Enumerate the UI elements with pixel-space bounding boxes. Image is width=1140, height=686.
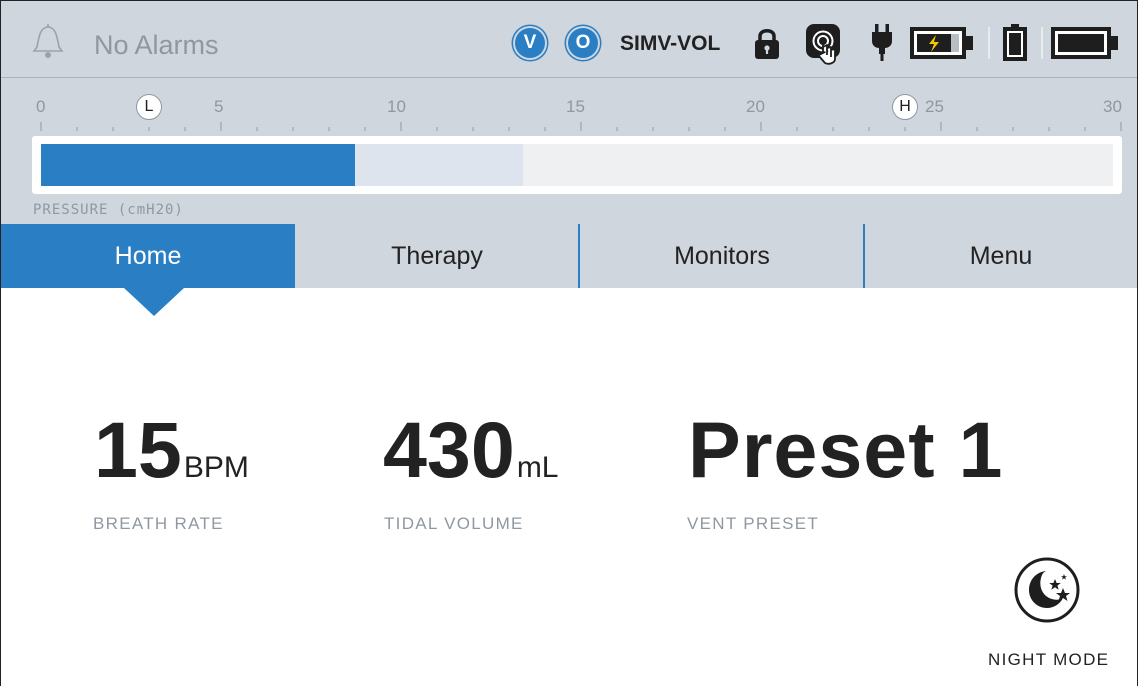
oxygen-badge: O — [568, 28, 598, 58]
high-pressure-limit-marker[interactable]: H — [892, 94, 918, 120]
scale-tick-label: 0 — [36, 97, 46, 116]
breath-rate-value: 15 — [94, 405, 182, 494]
external-battery-icon — [1051, 27, 1118, 59]
night-mode-label[interactable]: NIGHT MODE — [988, 650, 1109, 670]
low-pressure-limit-marker[interactable]: L — [136, 94, 162, 120]
tab-monitors[interactable]: Monitors — [580, 224, 864, 288]
status-bar: No Alarms V O SIMV-VOL — [1, 1, 1137, 78]
battery-divider — [988, 27, 990, 59]
tidal-volume-value: 430 — [383, 405, 515, 494]
tab-therapy[interactable]: Therapy — [295, 224, 579, 288]
volume-badge: V — [515, 28, 545, 58]
vent-preset-caption: VENT PRESET — [687, 514, 820, 533]
touch-icon[interactable] — [805, 23, 849, 67]
internal-battery-charging-icon — [910, 27, 973, 59]
vent-preset-value: Preset 1 — [688, 405, 1004, 494]
battery-divider — [1041, 27, 1043, 59]
removable-battery-icon — [1003, 24, 1027, 61]
tidal-volume-readout[interactable]: 430mL — [383, 410, 559, 489]
vent-preset-readout[interactable]: Preset 1 — [688, 410, 1003, 489]
scale-tick-label: 5 — [214, 97, 224, 116]
main-tabs: Home Therapy Monitors Menu — [1, 224, 1137, 288]
pressure-bar-track — [41, 144, 1113, 186]
ac-power-plug-icon — [872, 24, 892, 61]
scale-tick-label: 30 — [1103, 97, 1122, 116]
vent-mode-label: SIMV-VOL — [620, 32, 721, 55]
tab-menu[interactable]: Menu — [865, 224, 1137, 288]
breath-rate-caption: BREATH RATE — [93, 514, 224, 533]
breath-rate-readout[interactable]: 15BPM — [94, 410, 249, 489]
tidal-volume-unit: mL — [516, 451, 559, 484]
pressure-label: PRESSURE (cmH20) — [33, 202, 184, 218]
scale-tick-label: 20 — [746, 97, 765, 116]
active-tab-pointer — [124, 288, 184, 316]
breath-rate-unit: BPM — [183, 451, 249, 484]
tidal-volume-caption: TIDAL VOLUME — [384, 514, 524, 533]
tab-home[interactable]: Home — [1, 224, 295, 288]
pressure-bar — [32, 136, 1122, 194]
alarm-status-text[interactable]: No Alarms — [94, 30, 219, 61]
pressure-bar-panel: 0 5 10 15 20 25 30 L H PRESSURE (cmH20) — [1, 78, 1137, 224]
scale-tick-label: 10 — [387, 97, 406, 116]
scale-tick-label: 15 — [566, 97, 585, 116]
moon-stars-icon[interactable] — [1014, 557, 1080, 623]
current-pressure-fill — [41, 144, 356, 186]
scale-tick-label: 25 — [925, 97, 944, 116]
bell-icon[interactable] — [31, 21, 65, 61]
lock-icon[interactable] — [753, 26, 781, 60]
